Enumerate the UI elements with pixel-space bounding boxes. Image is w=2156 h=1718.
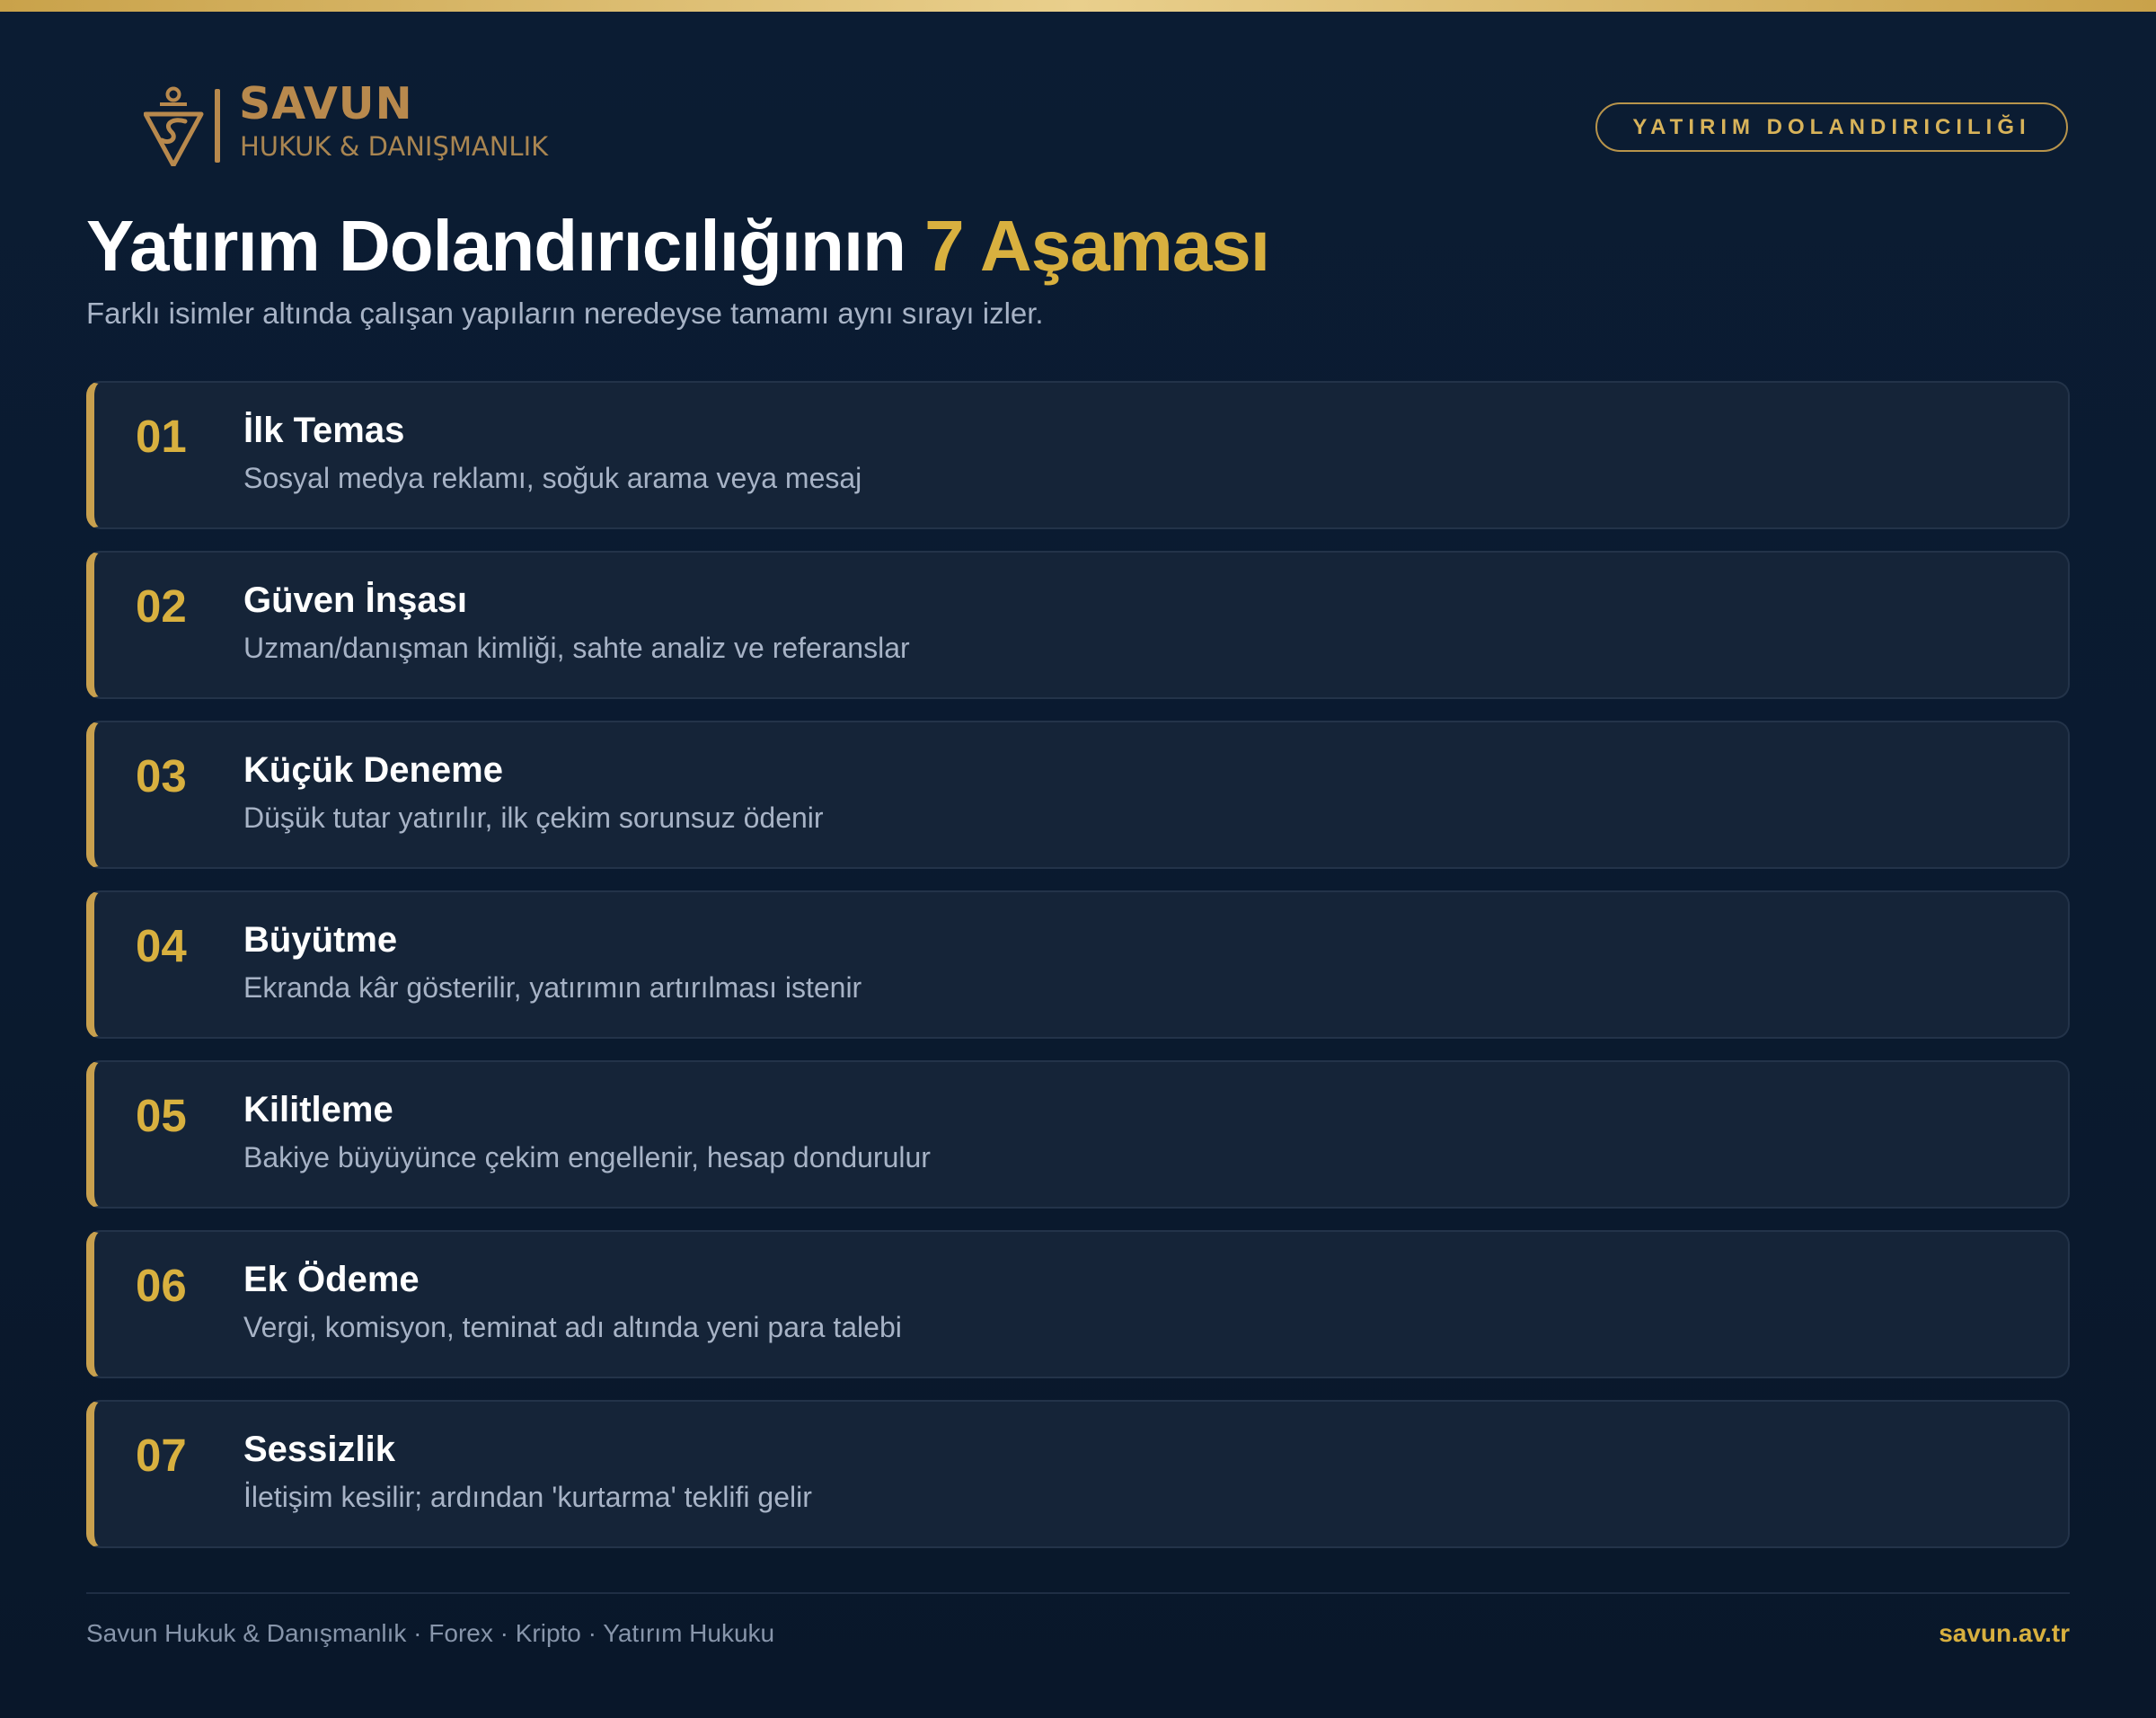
step-card: 07 Sessizlik İletişim kesilir; ardından … [86,1400,2070,1548]
step-number: 06 [136,1260,187,1311]
brand-logo: SAVUN HUKUK & DANIŞMANLIK [144,78,575,166]
steps-list: 01 İlk Temas Sosyal medya reklamı, soğuk… [86,381,2070,1570]
step-title: Sessizlik [243,1430,396,1469]
step-description: Sosyal medya reklamı, soğuk arama veya m… [243,462,862,494]
step-description: Uzman/danışman kimliği, sahte analiz ve … [243,632,910,664]
step-title: Kilitleme [243,1090,393,1129]
page-subtitle: Farklı isimler altında çalışan yapıların… [86,297,1044,330]
step-card: 06 Ek Ödeme Vergi, komisyon, teminat adı… [86,1230,2070,1378]
step-card: 05 Kilitleme Bakiye büyüyünce çekim enge… [86,1060,2070,1209]
step-description: Ekranda kâr gösterilir, yatırımın artırı… [243,971,862,1004]
step-description: Vergi, komisyon, teminat adı altında yen… [243,1311,902,1343]
step-card: 01 İlk Temas Sosyal medya reklamı, soğuk… [86,381,2070,529]
step-description: İletişim kesilir; ardından 'kurtarma' te… [243,1481,812,1513]
step-number: 07 [136,1430,187,1481]
step-title: Küçük Deneme [243,750,503,790]
step-number: 04 [136,920,187,971]
step-description: Düşük tutar yatırılır, ilk çekim sorunsu… [243,801,824,834]
logo-mark-icon [144,86,204,166]
brand-name: SAVUN [239,78,413,129]
brand-subtitle: HUKUK & DANIŞMANLIK [240,131,549,162]
step-description: Bakiye büyüyünce çekim engellenir, hesap… [243,1141,931,1173]
footer-divider [86,1592,2070,1594]
step-number: 01 [136,411,187,462]
step-card: 03 Küçük Deneme Düşük tutar yatırılır, i… [86,721,2070,869]
step-title: Güven İnşası [243,580,467,620]
title-accent: 7 Aşaması [924,206,1270,286]
title-main: Yatırım Dolandırıcılığının [86,206,906,286]
logo-divider [215,89,220,163]
step-title: İlk Temas [243,411,405,450]
footer-tagline: Savun Hukuk & Danışmanlık · Forex · Krip… [86,1619,775,1647]
step-number: 02 [136,580,187,632]
step-number: 03 [136,750,187,801]
step-card: 04 Büyütme Ekranda kâr gösterilir, yatır… [86,890,2070,1039]
footer-website: savun.av.tr [1939,1619,2070,1647]
category-badge: YATIRIM DOLANDIRICILIĞI [1595,102,2068,152]
step-number: 05 [136,1090,187,1141]
step-title: Büyütme [243,920,398,960]
step-title: Ek Ödeme [243,1260,420,1299]
page-title: Yatırım Dolandırıcılığının 7 Aşaması [86,205,1270,288]
top-accent-bar [0,0,2156,12]
step-card: 02 Güven İnşası Uzman/danışman kimliği, … [86,551,2070,699]
